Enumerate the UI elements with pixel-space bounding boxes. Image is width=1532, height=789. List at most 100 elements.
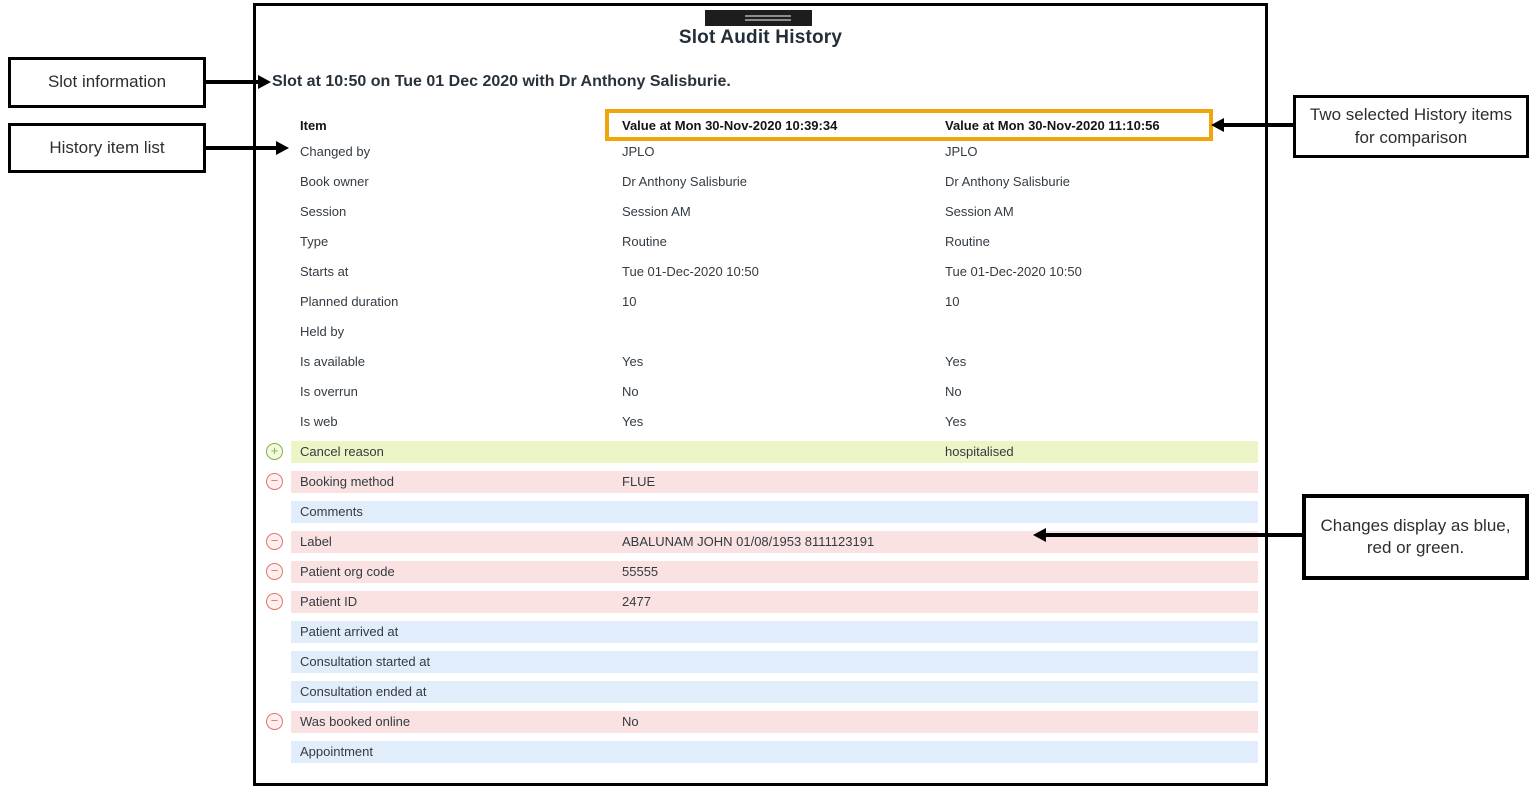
row-session: Session Session AM Session AM [256, 197, 1265, 227]
row-label: Held by [300, 317, 344, 347]
minus-circle-icon: − [266, 593, 283, 610]
row-planned-duration: Planned duration 10 10 [256, 287, 1265, 317]
row-value-1: Routine [622, 227, 667, 257]
row-label: Starts at [300, 257, 348, 287]
row-value-1: ABALUNAM JOHN 01/08/1953 8111123191 [622, 527, 874, 557]
row-consultation-started-at: Consultation started at [256, 647, 1265, 677]
minus-circle-icon: − [266, 563, 283, 580]
row-highlight-band [291, 621, 1258, 643]
row-label: Appointment [300, 737, 373, 767]
row-value-1: 55555 [622, 557, 658, 587]
row-label: Is overrun [300, 377, 358, 407]
row-label: Label [300, 527, 332, 557]
row-patient-id: −Patient ID 2477 [256, 587, 1265, 617]
arrowhead-left-icon [1211, 118, 1224, 132]
row-label: Patient ID [300, 587, 357, 617]
row-cancel-reason: + Cancel reason hospitalised [256, 437, 1265, 467]
row-consultation-ended-at: Consultation ended at [256, 677, 1265, 707]
row-value-2: Session AM [945, 197, 1014, 227]
history-rows: Changed by JPLO JPLO Book owner Dr Anthony S… [256, 137, 1265, 767]
row-label: Patient arrived at [300, 617, 398, 647]
row-was-booked-online: −Was booked online No [256, 707, 1265, 737]
arrowhead-right-icon [276, 141, 289, 155]
arrow-two-selected-items [1224, 123, 1293, 127]
row-value-2: Routine [945, 227, 990, 257]
row-highlight-band [291, 681, 1258, 703]
minus-circle-icon: − [266, 713, 283, 730]
row-label: Cancel reason [300, 437, 384, 467]
row-booking-method: −Booking method FLUE [256, 467, 1265, 497]
row-patient-arrived-at: Patient arrived at [256, 617, 1265, 647]
row-label: Session [300, 197, 346, 227]
arrow-history-item-list [206, 146, 278, 150]
row-held-by: Held by [256, 317, 1265, 347]
row-label: Was booked online [300, 707, 410, 737]
row-label: Comments [300, 497, 363, 527]
row-value-1: Dr Anthony Salisburie [622, 167, 747, 197]
row-value-1: 2477 [622, 587, 651, 617]
plus-circle-icon: + [266, 443, 283, 460]
row-value-2: Yes [945, 407, 966, 437]
row-label: Changed by [300, 137, 370, 167]
row-value-1: 10 [622, 287, 636, 317]
arrow-slot-information [206, 80, 260, 84]
callout-history-item-list: History item list [8, 123, 206, 173]
row-label: Consultation ended at [300, 677, 426, 707]
row-value-1: Yes [622, 347, 643, 377]
slot-audit-history-window: Slot Audit History Slot at 10:50 on Tue … [253, 3, 1268, 786]
row-value-1: Yes [622, 407, 643, 437]
row-label: Booking method [300, 467, 394, 497]
arrow-changes-colors [1046, 533, 1302, 537]
minus-circle-icon: − [266, 533, 283, 550]
redaction-line [745, 15, 791, 17]
row-label: Planned duration [300, 287, 398, 317]
page-title: Slot Audit History [256, 27, 1265, 49]
row-label: Is web [300, 407, 338, 437]
redaction-line [745, 19, 791, 21]
row-highlight-band [291, 471, 1258, 493]
row-value-2: JPLO [945, 137, 978, 167]
row-value-1: No [622, 377, 639, 407]
row-highlight-band [291, 651, 1258, 673]
row-label: Patient org code [300, 557, 395, 587]
row-is-available: Is available Yes Yes [256, 347, 1265, 377]
row-type: Type Routine Routine [256, 227, 1265, 257]
slot-summary: Slot at 10:50 on Tue 01 Dec 2020 with Dr… [272, 73, 731, 91]
row-value-2: No [945, 377, 962, 407]
row-value-1: FLUE [622, 467, 655, 497]
callout-changes-colors: Changes display as blue, red or green. [1302, 494, 1529, 580]
row-label: −Label ABALUNAM JOHN 01/08/1953 811112319… [256, 527, 1265, 557]
row-appointment: Appointment [256, 737, 1265, 767]
row-value-1: Session AM [622, 197, 691, 227]
row-highlight-band [291, 561, 1258, 583]
row-value-2: Dr Anthony Salisburie [945, 167, 1070, 197]
row-highlight-band [291, 741, 1258, 763]
row-highlight-band [291, 441, 1258, 463]
redaction-bar [705, 10, 812, 26]
row-comments: Comments [256, 497, 1265, 527]
row-starts-at: Starts at Tue 01-Dec-2020 10:50 Tue 01-Dec… [256, 257, 1265, 287]
row-label: Is available [300, 347, 365, 377]
row-value-2: hospitalised [945, 437, 1014, 467]
callout-two-selected-items: Two selected History items for compariso… [1293, 95, 1529, 158]
row-highlight-band [291, 591, 1258, 613]
row-value-1: No [622, 707, 639, 737]
row-value-2: Tue 01-Dec-2020 10:50 [945, 257, 1082, 287]
row-highlight-band [291, 501, 1258, 523]
row-is-overrun: Is overrun No No [256, 377, 1265, 407]
row-patient-org-code: −Patient org code 55555 [256, 557, 1265, 587]
arrowhead-left-icon [1033, 528, 1046, 542]
row-highlight-band [291, 711, 1258, 733]
row-book-owner: Book owner Dr Anthony Salisburie Dr Anthon… [256, 167, 1265, 197]
row-value-2: 10 [945, 287, 959, 317]
minus-circle-icon: − [266, 473, 283, 490]
row-label: Book owner [300, 167, 369, 197]
callout-slot-information: Slot information [8, 57, 206, 108]
row-label: Type [300, 227, 328, 257]
row-value-1: JPLO [622, 137, 655, 167]
row-is-web: Is web Yes Yes [256, 407, 1265, 437]
arrowhead-right-icon [258, 75, 271, 89]
row-value-1: Tue 01-Dec-2020 10:50 [622, 257, 759, 287]
row-value-2: Yes [945, 347, 966, 377]
row-label: Consultation started at [300, 647, 430, 677]
